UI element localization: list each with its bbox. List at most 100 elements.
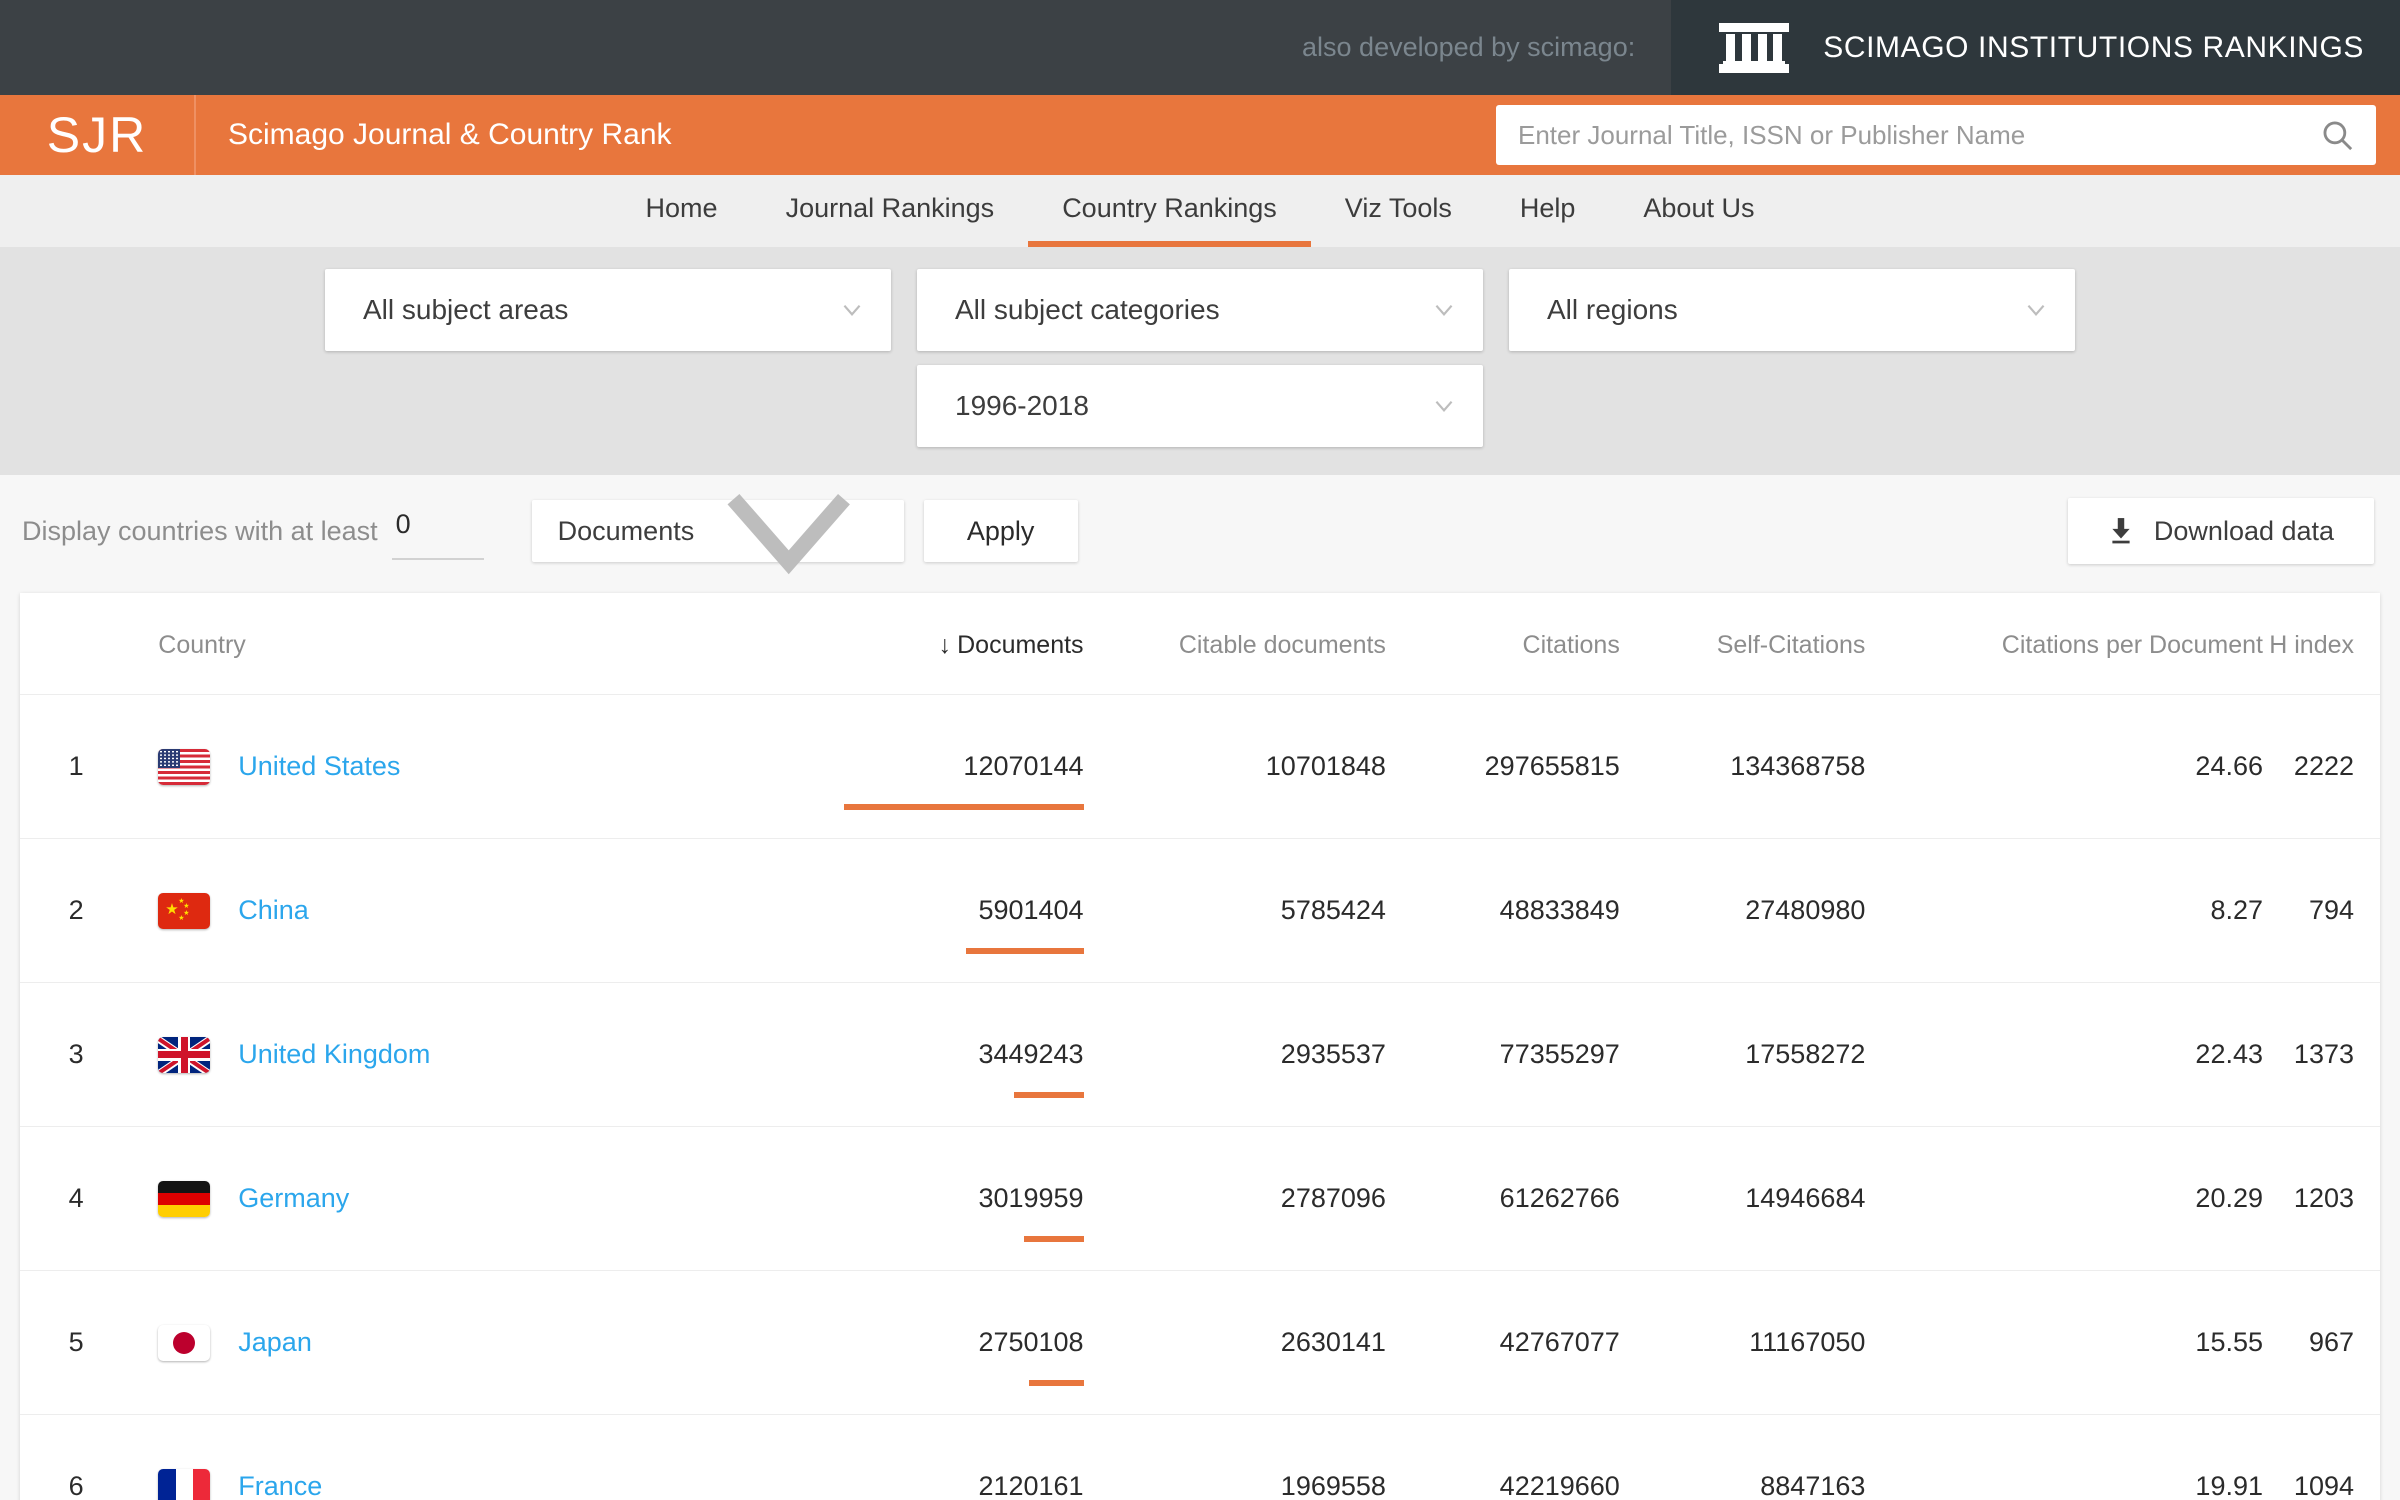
row-self-citations: 11167050 xyxy=(1620,1271,1866,1415)
row-rank: 4 xyxy=(20,1127,132,1271)
download-data-label: Download data xyxy=(2154,516,2334,547)
documents-bar xyxy=(844,1092,1084,1098)
row-citable-documents: 2630141 xyxy=(1094,1271,1386,1415)
country-rankings-table: Country ↓Documents Citable documents Cit… xyxy=(20,593,2380,1500)
nav-item-home[interactable]: Home xyxy=(612,175,752,247)
table-row: 2★★★★★China59014045785424488338492748098… xyxy=(20,839,2380,983)
column-header-citations-per-document[interactable]: Citations per Document xyxy=(1865,593,2263,695)
subject-categories-value: All subject categories xyxy=(955,294,1431,326)
country-link[interactable]: United Kingdom xyxy=(238,1039,430,1070)
row-citations-per-document: 20.29 xyxy=(1865,1127,2263,1271)
chevron-down-icon xyxy=(1431,297,1457,323)
row-citations-per-document: 15.55 xyxy=(1865,1271,2263,1415)
nav-item-about-us[interactable]: About Us xyxy=(1609,175,1788,247)
row-citable-documents: 1969558 xyxy=(1094,1415,1386,1500)
row-country-cell: Japan xyxy=(132,1271,801,1415)
chevron-down-icon xyxy=(2023,297,2049,323)
documents-bar xyxy=(844,1236,1084,1242)
chevron-down-icon xyxy=(1431,393,1457,419)
row-self-citations: 14946684 xyxy=(1620,1127,1866,1271)
column-header-self-citations[interactable]: Self-Citations xyxy=(1620,593,1866,695)
row-self-citations: 27480980 xyxy=(1620,839,1866,983)
download-data-button[interactable]: Download data xyxy=(2068,498,2374,564)
row-country-cell: Germany xyxy=(132,1127,801,1271)
utility-topbar: also developed by scimago: SCIMAGO INSTI… xyxy=(0,0,2400,95)
subject-categories-select[interactable]: All subject categories xyxy=(917,269,1483,351)
row-self-citations: 134368758 xyxy=(1620,695,1866,839)
row-h-index: 967 xyxy=(2263,1271,2380,1415)
column-header-h-index[interactable]: H index xyxy=(2263,593,2380,695)
row-citable-documents: 10701848 xyxy=(1094,695,1386,839)
flag-icon-gb xyxy=(158,1037,210,1073)
metric-value: Documents xyxy=(558,516,695,547)
year-range-select[interactable]: 1996-2018 xyxy=(917,365,1483,447)
nav-item-country-rankings[interactable]: Country Rankings xyxy=(1028,175,1311,247)
country-rankings-table-card: Country ↓Documents Citable documents Cit… xyxy=(20,593,2380,1500)
country-link[interactable]: Germany xyxy=(238,1183,349,1214)
row-rank: 6 xyxy=(20,1415,132,1500)
table-body: 1United States12070144107018482976558151… xyxy=(20,695,2380,1500)
row-documents: 12070144 xyxy=(801,695,1093,839)
scimago-institutions-rankings-link[interactable]: SCIMAGO INSTITUTIONS RANKINGS xyxy=(1671,0,2400,95)
search-box[interactable] xyxy=(1496,105,2376,165)
metric-select[interactable]: Documents xyxy=(532,500,904,562)
row-h-index: 2222 xyxy=(2263,695,2380,839)
column-header-citable-documents[interactable]: Citable documents xyxy=(1094,593,1386,695)
row-citations: 42767077 xyxy=(1386,1271,1620,1415)
table-header: Country ↓Documents Citable documents Cit… xyxy=(20,593,2380,695)
flag-icon-de xyxy=(158,1181,210,1217)
row-documents: 3449243 xyxy=(801,983,1093,1127)
subject-areas-value: All subject areas xyxy=(363,294,839,326)
table-row: 3United Kingdom3449243293553777355297175… xyxy=(20,983,2380,1127)
apply-button[interactable]: Apply xyxy=(924,500,1078,562)
nav-item-viz-tools[interactable]: Viz Tools xyxy=(1311,175,1486,247)
row-citations-per-document: 24.66 xyxy=(1865,695,2263,839)
row-rank: 1 xyxy=(20,695,132,839)
search-icon[interactable] xyxy=(2320,118,2354,152)
flag-icon-us xyxy=(158,749,210,785)
table-row: 6France2120161196955842219660884716319.9… xyxy=(20,1415,2380,1500)
sir-label: SCIMAGO INSTITUTIONS RANKINGS xyxy=(1823,31,2364,65)
year-range-value: 1996-2018 xyxy=(955,390,1431,422)
table-header-row: Country ↓Documents Citable documents Cit… xyxy=(20,593,2380,695)
chevron-down-icon xyxy=(694,436,883,625)
row-rank: 5 xyxy=(20,1271,132,1415)
row-country-cell: France xyxy=(132,1415,801,1500)
subject-areas-select[interactable]: All subject areas xyxy=(325,269,891,351)
row-documents: 2750108 xyxy=(801,1271,1093,1415)
row-citations-per-document: 22.43 xyxy=(1865,983,2263,1127)
row-citations: 42219660 xyxy=(1386,1415,1620,1500)
documents-bar xyxy=(844,804,1084,810)
row-country-cell: United States xyxy=(132,695,801,839)
country-link[interactable]: China xyxy=(238,895,309,926)
sjr-logo[interactable]: SJR xyxy=(0,95,196,175)
column-header-citations[interactable]: Citations xyxy=(1386,593,1620,695)
row-citations: 77355297 xyxy=(1386,983,1620,1127)
search-input[interactable] xyxy=(1518,120,2320,151)
row-citable-documents: 2787096 xyxy=(1094,1127,1386,1271)
institution-columns-icon xyxy=(1719,17,1789,79)
nav-item-help[interactable]: Help xyxy=(1486,175,1610,247)
documents-bar xyxy=(844,1380,1084,1386)
table-row: 1 United States 12070144107018482976558151… xyxy=(20,695,2380,839)
row-citations-per-document: 19.91 xyxy=(1865,1415,2263,1500)
threshold-input[interactable] xyxy=(392,503,484,560)
row-citable-documents: 5785424 xyxy=(1094,839,1386,983)
row-rank: 2 xyxy=(20,839,132,983)
row-citations: 297655815 xyxy=(1386,695,1620,839)
sort-desc-arrow-icon: ↓ xyxy=(939,631,952,659)
country-link[interactable]: Japan xyxy=(238,1327,312,1358)
site-header: SJR Scimago Journal & Country Rank xyxy=(0,95,2400,175)
nav-item-journal-rankings[interactable]: Journal Rankings xyxy=(752,175,1029,247)
row-h-index: 794 xyxy=(2263,839,2380,983)
also-developed-note: also developed by scimago: xyxy=(1302,0,1671,95)
table-controls: Display countries with at least Document… xyxy=(0,475,2400,587)
country-link[interactable]: France xyxy=(238,1471,322,1500)
row-rank: 3 xyxy=(20,983,132,1127)
flag-icon-jp xyxy=(158,1325,210,1361)
row-citations: 61262766 xyxy=(1386,1127,1620,1271)
row-self-citations: 8847163 xyxy=(1620,1415,1866,1500)
country-link[interactable]: United States xyxy=(238,751,400,782)
row-citable-documents: 2935537 xyxy=(1094,983,1386,1127)
regions-select[interactable]: All regions xyxy=(1509,269,2075,351)
